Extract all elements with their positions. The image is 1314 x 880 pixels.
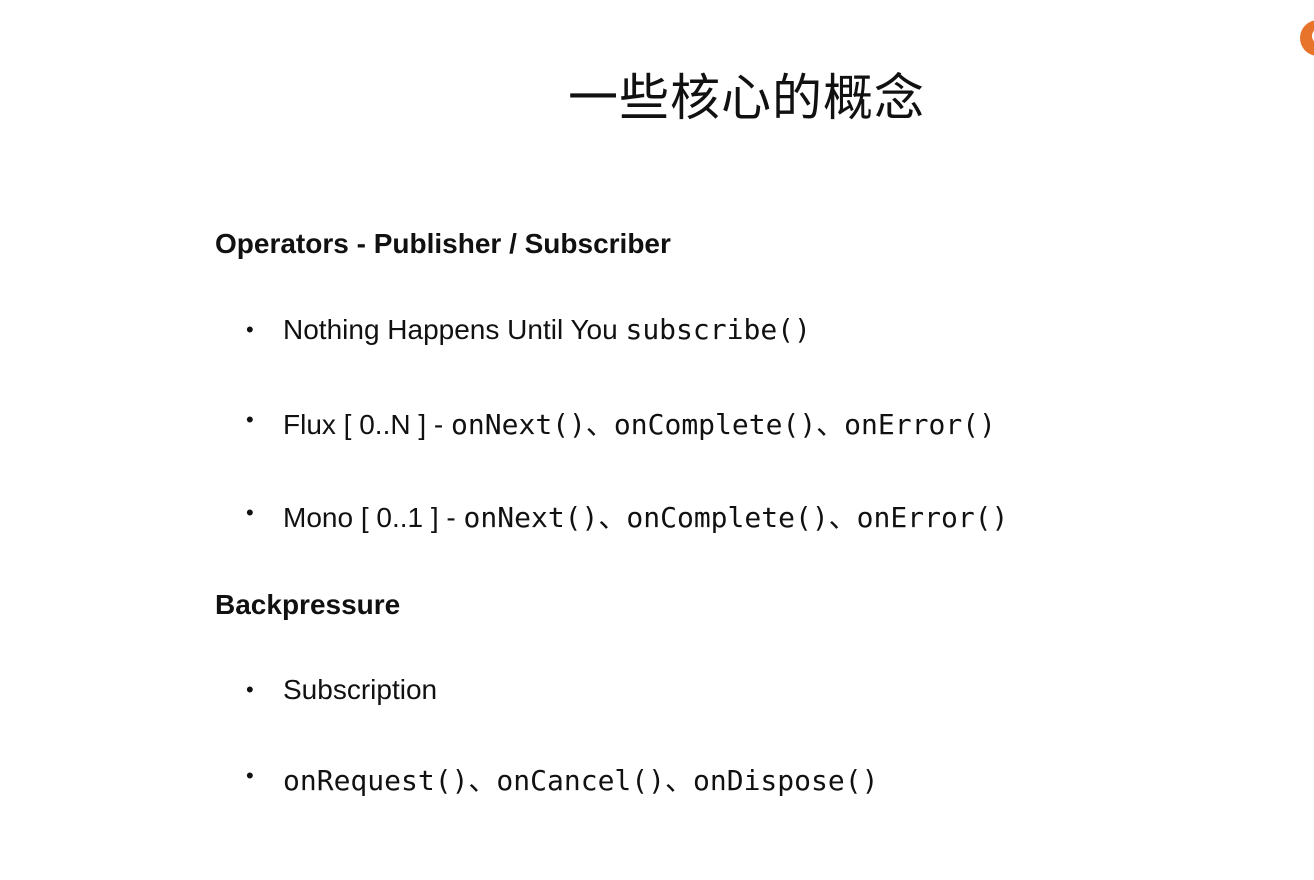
item-code-text: onNext()、onComplete()、onError() <box>451 408 996 441</box>
bullet-marker: • <box>246 317 254 342</box>
bullet-marker: • <box>246 677 254 702</box>
bullet-marker: • <box>246 407 254 432</box>
item-plain-text: Nothing Happens Until You <box>283 314 626 345</box>
list-item: Mono [ 0..1 ] - onNext()、onComplete()、on… <box>283 496 1008 536</box>
item-code-text: onRequest()、onCancel()、onDispose() <box>283 764 879 797</box>
bullet-marker: • <box>246 763 254 788</box>
section-heading-backpressure: Backpressure <box>215 589 401 620</box>
list-item: onRequest()、onCancel()、onDispose() <box>283 759 878 799</box>
bullet-marker: • <box>246 500 254 525</box>
list-item: Nothing Happens Until You subscribe() <box>283 313 811 346</box>
slide-title: 一些核心的概念 <box>568 69 925 127</box>
item-code-text: onNext()、onComplete()、onError() <box>463 501 1009 534</box>
item-plain-text: Mono [ 0..1 ] - <box>283 502 464 533</box>
item-code-text: subscribe() <box>625 313 811 346</box>
orange-logo-icon <box>1296 12 1314 62</box>
section-heading-operators: Operators - Publisher / Subscriber <box>215 228 671 259</box>
item-plain-text: Subscription <box>283 674 438 705</box>
list-item: Subscription <box>283 673 437 706</box>
item-plain-text: Flux [ 0..N ] - <box>283 409 452 440</box>
list-item: Flux [ 0..N ] - onNext()、onComplete()、on… <box>283 403 996 443</box>
